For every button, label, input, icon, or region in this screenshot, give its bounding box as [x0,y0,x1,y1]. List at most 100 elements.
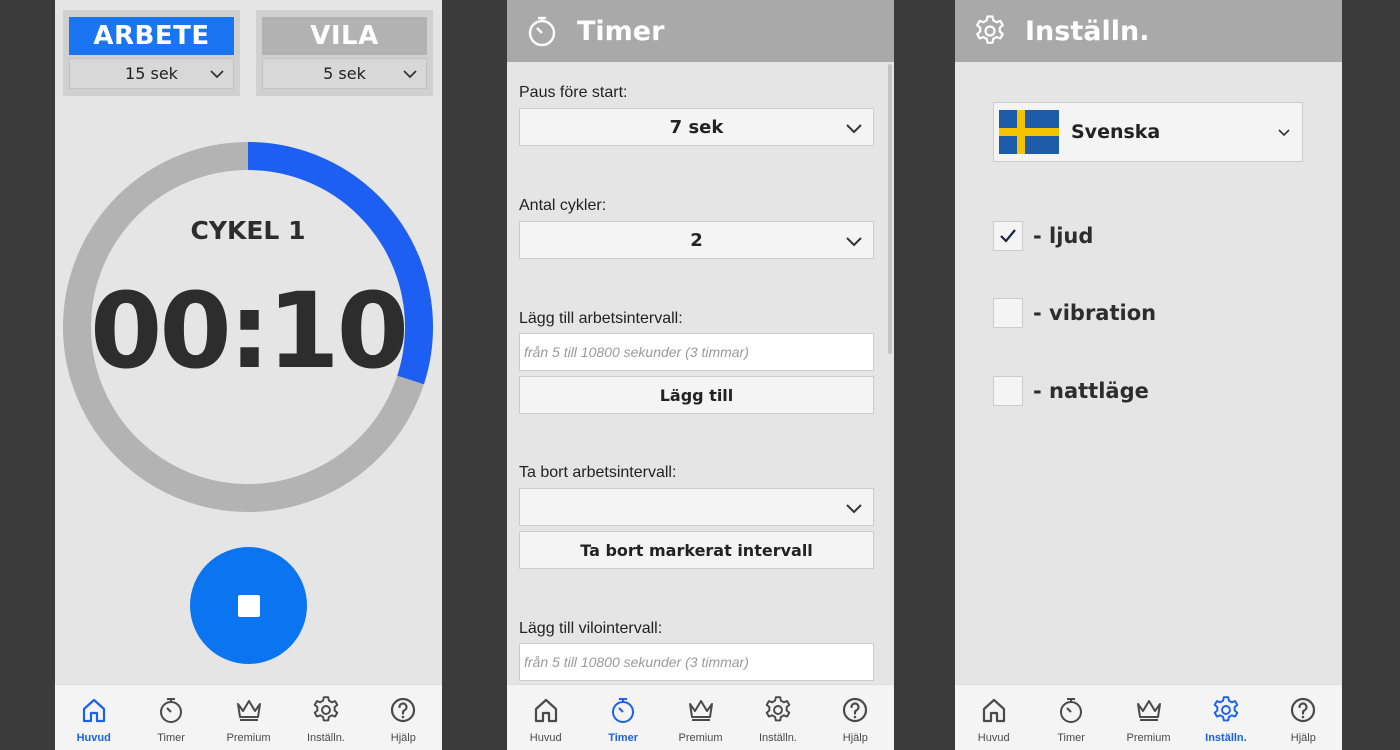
add-work-placeholder: från 5 till 10800 sekunder (3 timmar) [524,344,749,360]
vibration-checkbox[interactable] [993,298,1023,328]
remove-interval-button[interactable]: Ta bort markerat intervall [519,531,874,569]
stop-icon [237,594,260,617]
chevron-down-icon [403,70,417,79]
gear-icon [311,695,341,729]
bottom-nav: Huvud Timer Premium Inställn. Hjälp [55,684,442,750]
add-rest-placeholder: från 5 till 10800 sekunder (3 timmar) [524,654,749,670]
work-title[interactable]: ARBETE [69,17,234,55]
stopwatch-icon [156,695,186,729]
settings-screen: Inställn. Svenska - ljud - vibration - n… [955,0,1342,750]
gear-icon [763,695,793,729]
nav-label: Huvud [529,732,562,744]
vibration-option[interactable]: - vibration [993,298,1156,328]
rest-interval-box: VILA 5 sek [256,10,433,96]
add-work-label: Lägg till arbetsintervall: [519,310,683,327]
bottom-nav: Huvud Timer Premium Inställn. Hjälp [955,684,1342,750]
cycles-select[interactable]: 2 [519,221,874,259]
pause-value: 7 sek [669,116,724,138]
nav-timer[interactable]: Timer [132,685,209,750]
nav-settings[interactable]: Inställn. [287,685,364,750]
nav-label: Inställn. [1205,732,1247,744]
nav-label: Timer [1057,732,1085,744]
nav-help[interactable]: Hjälp [365,685,442,750]
nav-home[interactable]: Huvud [507,685,584,750]
work-duration-value: 15 sek [125,64,178,83]
nav-label: Inställn. [758,732,797,744]
nav-label: Huvud [977,732,1010,744]
help-icon [840,695,870,729]
home-icon [979,695,1009,729]
help-icon [1288,695,1318,729]
work-duration-select[interactable]: 15 sek [69,58,234,89]
remove-work-label: Ta bort arbetsintervall: [519,464,677,481]
chevron-down-icon [1278,129,1290,137]
nav-help[interactable]: Hjälp [817,685,894,750]
timer-screen: Timer Paus före start: 7 sek Antal cykle… [507,0,894,750]
stopwatch-icon [528,16,556,47]
rest-duration-select[interactable]: 5 sek [262,58,427,89]
nav-settings[interactable]: Inställn. [739,685,816,750]
stopwatch-icon [608,695,638,729]
gear-icon [976,15,1004,44]
nav-help[interactable]: Hjälp [1265,685,1342,750]
nav-label: Inställn. [306,732,345,744]
stop-button[interactable] [190,547,307,664]
sound-option[interactable]: - ljud [993,221,1093,251]
sweden-flag-icon [999,110,1059,154]
home-icon [531,695,561,729]
stopwatch-icon [1056,695,1086,729]
timer-header: Timer [507,0,894,62]
nav-premium[interactable]: Premium [662,685,739,750]
rest-title[interactable]: VILA [262,17,427,55]
settings-header: Inställn. [955,0,1342,62]
nav-home[interactable]: Huvud [955,685,1032,750]
pause-label: Paus före start: [519,84,628,101]
nav-label: Hjälp [390,732,416,744]
timer-settings-list[interactable]: Paus före start: 7 sek Antal cykler: 2 L… [507,62,887,684]
crown-icon [1134,695,1164,729]
chevron-down-icon [846,124,862,134]
night-mode-option[interactable]: - nattläge [993,376,1149,406]
scrollbar[interactable] [888,64,892,354]
night-mode-checkbox[interactable] [993,376,1023,406]
add-rest-label: Lägg till vilointervall: [519,620,663,637]
add-work-button[interactable]: Lägg till [519,376,874,414]
nav-timer[interactable]: Timer [1032,685,1109,750]
main-screen: ARBETE 15 sek VILA 5 sek CYKEL 1 00:10 H… [55,0,442,750]
crown-icon [686,695,716,729]
crown-icon [234,695,264,729]
nav-timer[interactable]: Timer [584,685,661,750]
nav-label: Hjälp [842,732,868,744]
nav-label: Premium [1126,732,1171,744]
chevron-down-icon [846,237,862,247]
nav-settings[interactable]: Inställn. [1187,685,1264,750]
nav-label: Premium [678,732,723,744]
nav-home[interactable]: Huvud [55,685,132,750]
add-work-input[interactable]: från 5 till 10800 sekunder (3 timmar) [519,333,874,371]
language-name: Svenska [1071,121,1161,143]
night-mode-label: - nattläge [1033,379,1149,403]
language-select[interactable]: Svenska [993,102,1303,162]
nav-premium[interactable]: Premium [1110,685,1187,750]
nav-label: Timer [608,732,638,744]
nav-label: Hjälp [1290,732,1316,744]
chevron-down-icon [846,504,862,514]
remove-work-select[interactable] [519,488,874,526]
nav-premium[interactable]: Premium [210,685,287,750]
time-remaining: 00:10 [89,270,409,392]
add-rest-input[interactable]: från 5 till 10800 sekunder (3 timmar) [519,643,874,681]
chevron-down-icon [210,70,224,79]
progress-ring: CYKEL 1 00:10 [63,142,433,512]
sound-label: - ljud [1033,224,1094,248]
help-icon [388,695,418,729]
check-icon [1000,229,1016,243]
bottom-nav: Huvud Timer Premium Inställn. Hjälp [507,684,894,750]
work-interval-box: ARBETE 15 sek [63,10,240,96]
pause-select[interactable]: 7 sek [519,108,874,146]
cycle-label: CYKEL 1 [190,216,306,245]
nav-label: Premium [226,732,271,744]
gear-icon [1211,695,1241,729]
home-icon [79,695,109,729]
page-title: Inställn. [1025,15,1150,47]
sound-checkbox[interactable] [993,221,1023,251]
